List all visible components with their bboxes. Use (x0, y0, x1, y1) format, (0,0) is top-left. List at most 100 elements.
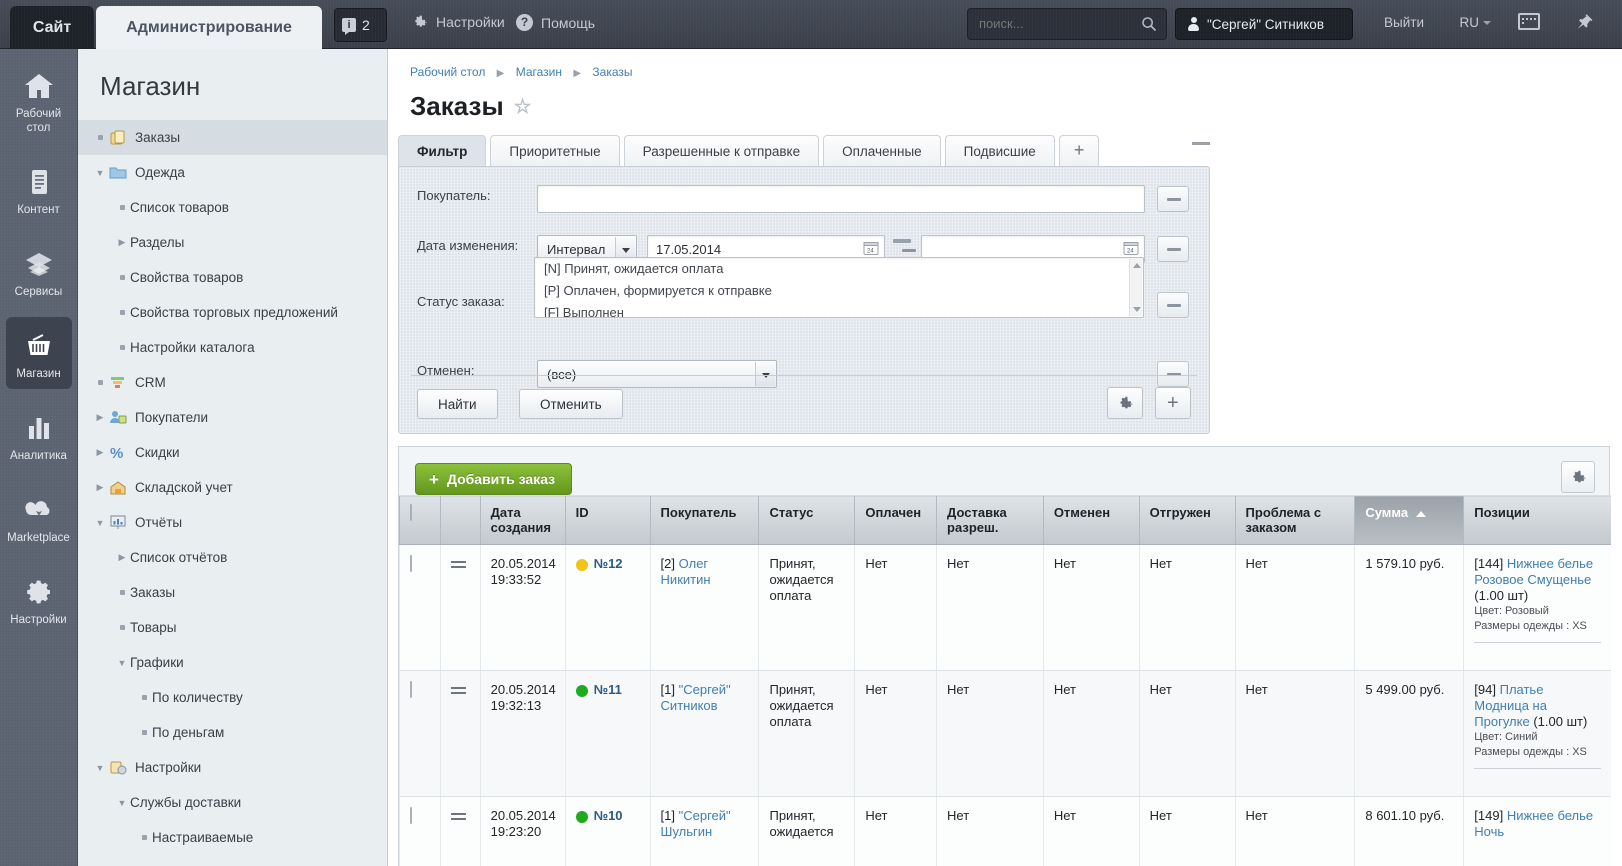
help-link[interactable]: ? Помощь (516, 14, 595, 31)
menu-item-product-list[interactable]: Список товаров (78, 190, 387, 225)
select-all-checkbox[interactable] (410, 504, 412, 521)
rail-item-content[interactable]: Контент (6, 153, 72, 225)
th-shipped[interactable]: Отгружен (1139, 496, 1235, 545)
search-icon[interactable] (1141, 16, 1157, 32)
menu-item-product-properties[interactable]: Свойства товаров (78, 260, 387, 295)
row-checkbox[interactable] (410, 555, 412, 572)
status-option[interactable]: [N] Принят, ожидается оплата (535, 258, 1143, 280)
menu-item-charts-by-money[interactable]: По деньгам (78, 715, 387, 750)
filter-settings-button[interactable] (1107, 387, 1143, 419)
add-order-button[interactable]: + Добавить заказ (415, 463, 572, 495)
menu-item-catalog-settings[interactable]: Настройки каталога (78, 330, 387, 365)
order-id[interactable]: №12 (594, 556, 623, 571)
tab-filter[interactable]: Фильтр (398, 135, 486, 167)
cell-actions[interactable] (441, 545, 480, 671)
chevron-down-icon[interactable]: ▼ (92, 763, 108, 773)
th-status[interactable]: Статус (759, 496, 855, 545)
menu-item-orders[interactable]: Заказы (78, 120, 387, 155)
th-cancelled[interactable]: Отменен (1043, 496, 1139, 545)
remove-cancelled-filter-button[interactable] (1157, 361, 1189, 387)
order-id[interactable]: №11 (594, 682, 622, 697)
menu-item-charts[interactable]: ▼ Графики (78, 645, 387, 680)
chevron-right-icon[interactable]: ▶ (114, 237, 130, 248)
calendar-icon[interactable]: 24 (1123, 240, 1139, 256)
table-row[interactable]: 20.05.201419:33:52 №12 [2] Олег Никитин … (400, 545, 1612, 671)
chevron-down-icon[interactable]: ▼ (114, 798, 130, 808)
th-problem[interactable]: Проблема с заказом (1235, 496, 1355, 545)
th-created[interactable]: Дата создания (480, 496, 565, 545)
tab-paid[interactable]: Оплаченные (823, 135, 941, 167)
cell-actions[interactable] (441, 797, 480, 866)
menu-item-offer-properties[interactable]: Свойства торговых предложений (78, 295, 387, 330)
remove-buyer-filter-button[interactable] (1157, 186, 1189, 212)
search-box[interactable] (967, 8, 1167, 40)
chevron-right-icon[interactable]: ▶ (92, 412, 108, 423)
language-switcher[interactable]: RU (1460, 15, 1492, 30)
chevron-down-icon[interactable]: ▼ (114, 658, 130, 668)
search-input[interactable] (979, 16, 1129, 31)
settings-link[interactable]: Настройки (412, 14, 505, 30)
grid-settings-button[interactable] (1561, 461, 1595, 493)
rail-item-shop[interactable]: Магазин (6, 317, 72, 389)
th-positions[interactable]: Позиции (1464, 496, 1611, 545)
breadcrumb-item-1[interactable]: Магазин (516, 65, 562, 79)
row-checkbox[interactable] (410, 807, 412, 824)
tab-site[interactable]: Сайт (10, 6, 94, 49)
menu-item-report-products[interactable]: Товары (78, 610, 387, 645)
order-id[interactable]: №10 (594, 808, 623, 823)
th-paid[interactable]: Оплачен (855, 496, 937, 545)
scroll-up-icon[interactable] (1133, 263, 1141, 268)
menu-item-delivery-services[interactable]: ▼ Службы доставки (78, 785, 387, 820)
row-checkbox[interactable] (410, 681, 412, 698)
tab-administration[interactable]: Администрирование (96, 6, 322, 49)
breadcrumb-item-2[interactable]: Заказы (592, 65, 632, 79)
th-delivery-allowed[interactable]: Доставка разреш. (937, 496, 1044, 545)
menu-item-crm[interactable]: CRM (78, 365, 387, 400)
rail-item-services[interactable]: Сервисы (6, 235, 72, 307)
scrollbar[interactable] (1129, 259, 1142, 316)
calendar-icon[interactable]: 24 (863, 240, 879, 256)
chevron-right-icon[interactable]: ▶ (114, 552, 130, 563)
cancelled-select[interactable]: (все) (537, 360, 777, 388)
remove-date-filter-button[interactable] (1157, 236, 1189, 262)
logout-link[interactable]: Выйти (1384, 15, 1424, 30)
rail-item-marketplace[interactable]: Marketplace (6, 481, 72, 553)
status-option[interactable]: [F] Выполнен (535, 302, 1143, 318)
remove-status-filter-button[interactable] (1157, 292, 1189, 318)
notifications-button[interactable]: i 2 (334, 8, 387, 42)
chevron-right-icon[interactable]: ▶ (92, 482, 108, 493)
th-select-all[interactable] (400, 496, 441, 545)
collapse-icon[interactable] (1192, 142, 1210, 145)
buyer-input[interactable] (537, 185, 1145, 213)
add-filter-button[interactable]: + (1155, 387, 1191, 419)
cell-actions[interactable] (441, 671, 480, 797)
tab-hanging[interactable]: Подвисшие (945, 135, 1055, 167)
keyboard-icon[interactable] (1518, 13, 1540, 30)
cell-select[interactable] (400, 671, 441, 797)
breadcrumb-item-0[interactable]: Рабочий стол (410, 65, 485, 79)
menu-item-customers[interactable]: ▶ Покупатели (78, 400, 387, 435)
menu-item-charts-by-quantity[interactable]: По количеству (78, 680, 387, 715)
th-sum[interactable]: Сумма (1355, 496, 1464, 545)
chevron-down-icon[interactable]: ▼ (92, 518, 108, 528)
pin-icon[interactable] (1574, 12, 1594, 32)
chevron-down-icon[interactable]: ▼ (92, 168, 108, 178)
chevron-right-icon[interactable]: ▶ (92, 447, 108, 458)
favorite-star-icon[interactable]: ☆ (514, 94, 532, 119)
rail-item-settings[interactable]: Настройки (6, 563, 72, 635)
tab-allowed-to-ship[interactable]: Разрешенные к отправке (624, 135, 819, 167)
table-row[interactable]: 20.05.201419:23:20 №10 [1] "Сергей" Шуль… (400, 797, 1612, 866)
user-menu[interactable]: "Сергей" Ситников (1175, 8, 1353, 40)
menu-item-report-list[interactable]: ▶ Список отчётов (78, 540, 387, 575)
table-row[interactable]: 20.05.201419:32:13 №11 [1] "Сергей" Ситн… (400, 671, 1612, 797)
rail-item-analytics[interactable]: Аналитика (6, 399, 72, 471)
menu-item-warehouse[interactable]: ▶ Складской учет (78, 470, 387, 505)
menu-item-report-orders[interactable]: Заказы (78, 575, 387, 610)
menu-item-reports[interactable]: ▼ Отчёты (78, 505, 387, 540)
tab-add[interactable]: + (1059, 135, 1100, 167)
tab-priority[interactable]: Приоритетные (490, 135, 619, 167)
status-option[interactable]: [P] Оплачен, формируется к отправке (535, 280, 1143, 302)
th-buyer[interactable]: Покупатель (650, 496, 759, 545)
reset-button[interactable]: Отменить (519, 389, 623, 419)
menu-item-discounts[interactable]: ▶ % Скидки (78, 435, 387, 470)
